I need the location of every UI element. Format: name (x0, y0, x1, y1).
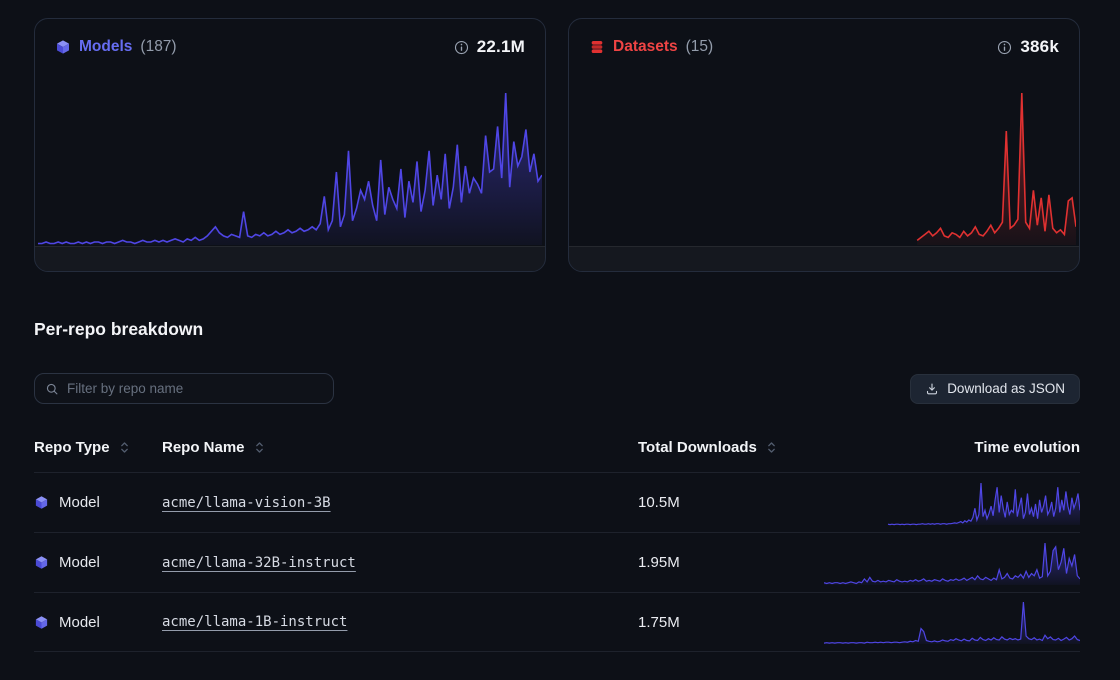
table-row: Model acme/llama-32B-instruct 1.95M (34, 532, 1080, 592)
card-total-downloads: 386k (1020, 37, 1059, 57)
repo-name-link[interactable]: acme/llama-32B-instruct (162, 555, 356, 571)
card-footer-band (35, 246, 545, 271)
section-title: Per-repo breakdown (34, 318, 1080, 340)
analytics-dashboard: Models (187) 22.1M Datasets (15) (0, 0, 1120, 652)
card-footer-band (569, 246, 1079, 271)
card-count: (187) (140, 38, 176, 56)
sort-icon (120, 440, 129, 455)
sort-icon (255, 440, 264, 455)
repo-name-link[interactable]: acme/llama-1B-instruct (162, 614, 347, 630)
table-toolbar: Download as JSON (34, 373, 1080, 404)
datasets-downloads-chart (572, 88, 1076, 246)
database-icon (589, 39, 605, 55)
repo-type-cell: Model (34, 494, 162, 511)
repo-type-cell: Model (34, 554, 162, 571)
time-evolution-sparkline (824, 473, 1080, 532)
datasets-overview-card: Datasets (15) 386k (568, 18, 1080, 272)
download-json-label: Download as JSON (947, 381, 1065, 396)
repo-table: Repo Type Repo Name Total Downloads Time… (34, 435, 1080, 652)
repo-name-link[interactable]: acme/llama-vision-3B (162, 495, 331, 511)
table-header-row: Repo Type Repo Name Total Downloads Time… (34, 435, 1080, 459)
info-icon[interactable] (454, 40, 469, 55)
datasets-card-header: Datasets (15) 386k (569, 19, 1079, 57)
cube-icon (34, 615, 49, 630)
cube-icon (55, 39, 71, 55)
table-row: Model acme/llama-1B-instruct 1.75M (34, 592, 1080, 652)
overview-cards: Models (187) 22.1M Datasets (15) (34, 18, 1080, 272)
models-downloads-chart (38, 88, 542, 246)
time-evolution-sparkline (824, 593, 1080, 651)
repo-filter-field[interactable] (34, 373, 334, 404)
cube-icon (34, 555, 49, 570)
card-count: (15) (686, 38, 714, 56)
search-icon (45, 382, 59, 396)
repo-type-label: Model (59, 494, 100, 511)
sort-icon (767, 440, 776, 455)
download-json-button[interactable]: Download as JSON (910, 374, 1080, 404)
total-downloads-value: 1.95M (638, 554, 824, 571)
column-header-time-evolution: Time evolution (824, 439, 1080, 456)
total-downloads-value: 1.75M (638, 614, 824, 631)
repo-type-cell: Model (34, 614, 162, 631)
column-header-repo-type[interactable]: Repo Type (34, 439, 162, 456)
models-card-header: Models (187) 22.1M (35, 19, 545, 57)
download-icon (925, 382, 939, 396)
table-row: Model acme/llama-vision-3B 10.5M (34, 472, 1080, 532)
models-overview-card: Models (187) 22.1M (34, 18, 546, 272)
total-downloads-value: 10.5M (638, 494, 824, 511)
card-title: Models (79, 38, 132, 56)
cube-icon (34, 495, 49, 510)
column-header-total-downloads[interactable]: Total Downloads (638, 439, 824, 456)
column-header-repo-name[interactable]: Repo Name (162, 439, 638, 456)
card-total-downloads: 22.1M (477, 37, 525, 57)
repo-filter-input[interactable] (67, 381, 323, 396)
repo-type-label: Model (59, 614, 100, 631)
card-title: Datasets (613, 38, 678, 56)
info-icon[interactable] (997, 40, 1012, 55)
repo-type-label: Model (59, 554, 100, 571)
time-evolution-sparkline (824, 533, 1080, 592)
